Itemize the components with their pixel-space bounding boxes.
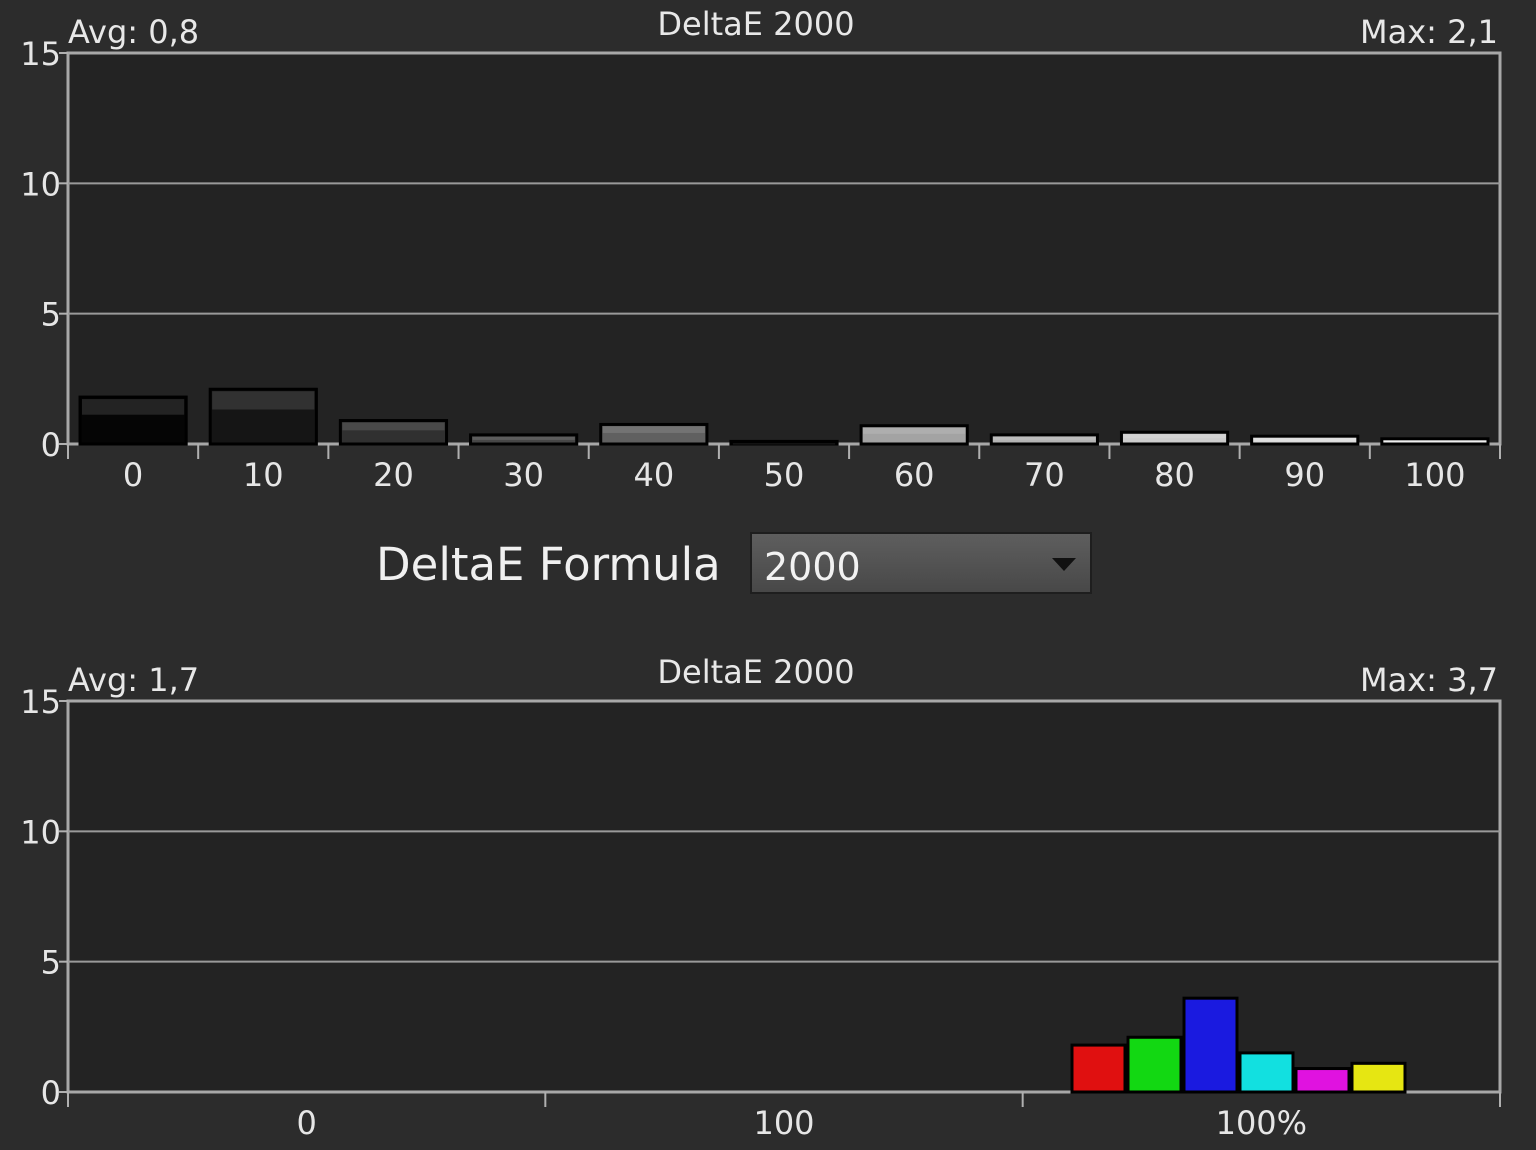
bar-highlight — [342, 422, 445, 431]
bar — [1070, 1043, 1127, 1094]
chart-grayscale-svg: 0 5 10 15 0 10 20 30 40 50 60 70 80 90 100 — [20, 35, 1502, 494]
chart-colors: Avg: 1,7 DeltaE 2000 Max: 3,7 0 5 10 15 0 100… — [0, 648, 1536, 1148]
bar-highlight — [212, 391, 315, 410]
x-tick-label: 60 — [894, 456, 935, 494]
chart-grayscale: Avg: 0,8 DeltaE 2000 Max: 2,1 0 5 10 15 0 10 2… — [0, 0, 1536, 500]
bar-highlight — [732, 443, 836, 445]
bar — [1350, 1061, 1407, 1094]
x-tick-label: 100 — [753, 1104, 814, 1142]
y-tick-label: 5 — [41, 296, 61, 334]
bar-highlight — [602, 426, 705, 433]
x-tick-label: 20 — [373, 456, 414, 494]
plot-area — [66, 699, 1502, 1094]
x-tick-label: 30 — [503, 456, 544, 494]
bar-highlight — [472, 436, 575, 440]
bar-highlight — [1253, 438, 1356, 441]
plot-area — [66, 51, 1502, 446]
bar-highlight — [1123, 434, 1226, 439]
x-tick-label: 70 — [1024, 456, 1065, 494]
x-tick-label: 0 — [296, 1104, 316, 1142]
bar — [1182, 996, 1239, 1094]
y-tick-label: 10 — [20, 813, 61, 851]
y-tick-label: 5 — [41, 944, 61, 982]
x-tick-label: 100 — [1404, 456, 1465, 494]
deltae-formula-select[interactable]: 2000 — [750, 532, 1092, 594]
y-tick-label: 0 — [41, 1074, 61, 1112]
deltae-formula-label: DeltaE Formula — [376, 538, 721, 591]
chart-colors-svg: 0 5 10 15 0 100 100% — [20, 683, 1502, 1142]
deltae-formula-value: 2000 — [764, 545, 861, 589]
x-tick-label: 50 — [764, 456, 805, 494]
bar-highlight — [993, 436, 1096, 440]
x-tick-label: 10 — [243, 456, 284, 494]
x-tick-label: 100% — [1216, 1104, 1307, 1142]
x-tick-label: 80 — [1154, 456, 1195, 494]
y-tick-label: 0 — [41, 426, 61, 464]
bar — [1294, 1067, 1351, 1094]
x-tick-label: 40 — [633, 456, 674, 494]
bar-highlight — [82, 399, 185, 415]
bar — [1126, 1035, 1183, 1094]
y-tick-label: 10 — [20, 165, 61, 203]
bar-highlight — [1383, 440, 1486, 443]
deltae-formula-row: DeltaE Formula 2000 — [0, 530, 1536, 600]
bar — [1238, 1051, 1295, 1094]
chevron-down-icon[interactable] — [1052, 558, 1076, 571]
y-tick-label: 15 — [20, 35, 61, 73]
y-tick-label: 15 — [20, 683, 61, 721]
x-tick-label: 90 — [1284, 456, 1325, 494]
x-tick-label: 0 — [123, 456, 143, 494]
bar-highlight — [863, 427, 966, 434]
